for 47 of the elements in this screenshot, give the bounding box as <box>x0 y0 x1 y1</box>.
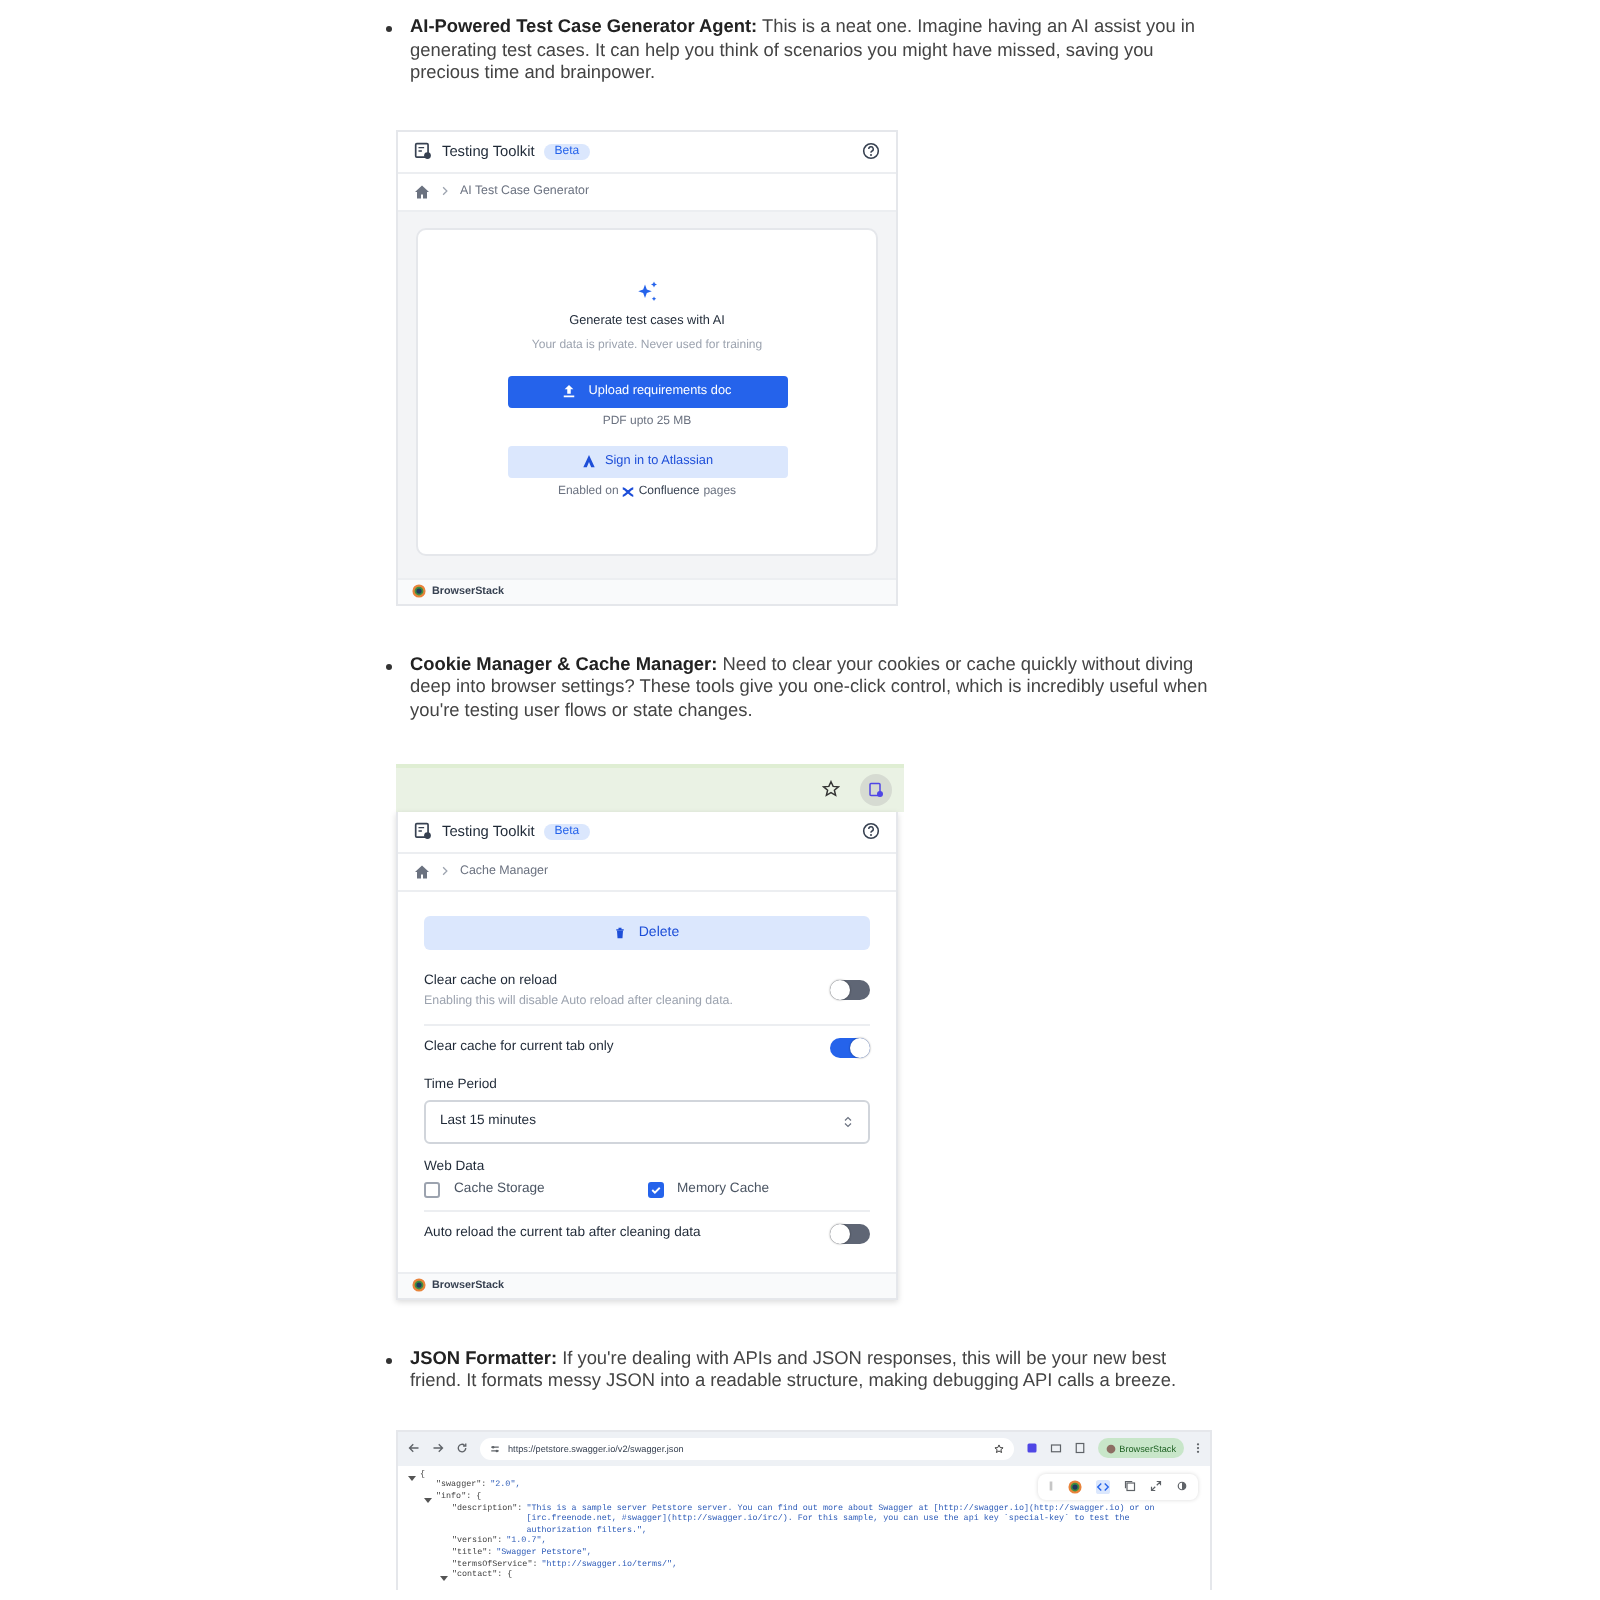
star-icon <box>822 780 840 799</box>
checkbox[interactable] <box>424 1181 440 1198</box>
atlassian-icon <box>581 454 595 469</box>
checkbox[interactable] <box>647 1181 663 1198</box>
extension-icon <box>1025 1442 1038 1455</box>
browserstack-logo-icon <box>412 1278 426 1293</box>
copy-icon <box>1124 1480 1136 1493</box>
expand-caret-icon[interactable] <box>440 1574 448 1583</box>
feature-paragraph: AI-Powered Test Case Generator Agent: This is a neat one. Imagine having an AI assist you in generating test cases. It can help you think of scenarios you might have missed, saving you precious time and brainpower. <box>410 16 1198 86</box>
bullet <box>386 26 392 32</box>
bullet <box>386 1357 392 1364</box>
help-icon <box>862 822 880 841</box>
up-down-chevron-icon <box>842 1113 854 1130</box>
upload-icon <box>562 384 577 399</box>
feature-paragraph: Cookie Manager & Cache Manager: Need to clear your cookies or cache quickly without diving deep into browser settings? These tools give you one-click control, which is incredibly useful when you're testing user flows or state changes. <box>410 653 1210 724</box>
toolkit-icon <box>414 142 432 161</box>
expand-icon <box>1150 1480 1162 1493</box>
toolkit-icon <box>414 822 432 841</box>
back-icon <box>408 1442 420 1455</box>
browserstack-logo-icon <box>1068 1479 1082 1494</box>
home-icon <box>414 183 430 200</box>
tab-icon <box>1049 1442 1062 1455</box>
confluence-icon <box>622 485 635 498</box>
reload-icon <box>456 1442 468 1455</box>
chevron-icon <box>440 186 450 197</box>
toggle-switch[interactable] <box>830 1223 870 1244</box>
drag-handle-icon <box>1048 1480 1054 1493</box>
bullet <box>386 663 392 670</box>
chevron-icon <box>440 866 450 877</box>
forward-icon <box>432 1442 444 1455</box>
feature-paragraph: JSON Formatter: If you're dealing with APIs and JSON responses, this will be your new best friend. It formats messy JSON into a readable structure, making debugging API calls a breeze. <box>410 1347 1178 1394</box>
toggle-switch[interactable] <box>830 1037 870 1058</box>
browserstack-logo-icon <box>412 584 426 599</box>
site-info-icon <box>490 1443 500 1454</box>
toolkit-icon <box>868 781 884 798</box>
extension-button[interactable] <box>860 773 892 806</box>
trash-icon <box>614 925 627 940</box>
help-icon <box>862 142 880 161</box>
theme-icon <box>1176 1480 1188 1493</box>
star-icon <box>993 1443 1004 1454</box>
home-icon <box>414 863 430 880</box>
expand-caret-icon[interactable] <box>424 1495 432 1504</box>
toggle-switch[interactable] <box>830 980 870 1001</box>
expand-caret-icon[interactable] <box>408 1473 416 1482</box>
code-icon <box>1096 1479 1110 1494</box>
sparkle-icon <box>635 279 659 304</box>
avatar-icon <box>1105 1443 1116 1454</box>
